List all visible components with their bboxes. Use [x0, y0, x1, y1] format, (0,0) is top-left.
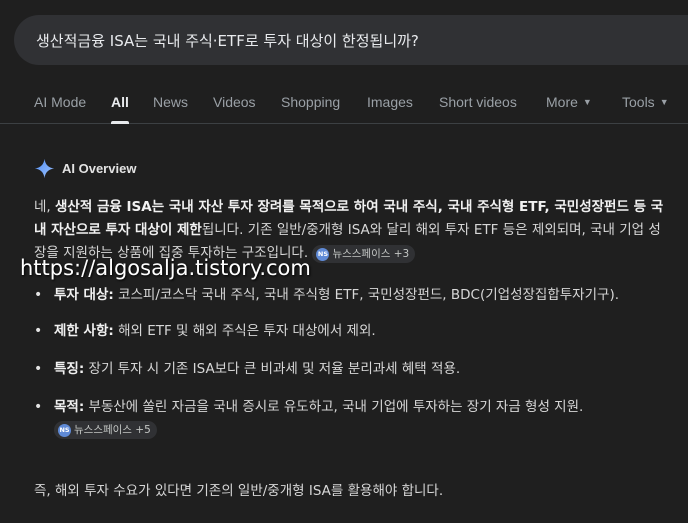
list-item: 투자 대상: 코스피/코스닥 국내 주식, 국내 주식형 ETF, 국민성장펀드…	[34, 284, 674, 306]
tab-all[interactable]: All	[111, 94, 129, 110]
tab-shopping[interactable]: Shopping	[281, 94, 340, 110]
source-chip[interactable]: NS 뉴스스페이스 +5	[54, 421, 157, 440]
tab-more[interactable]: More ▼	[546, 94, 592, 110]
tab-tools-label: Tools	[622, 94, 655, 110]
search-query[interactable]: 생산적금융 ISA는 국내 주식·ETF로 투자 대상이 한정됩니까?	[36, 30, 419, 51]
source-chip[interactable]: NS 뉴스스페이스 +3	[312, 245, 416, 264]
tab-short-videos[interactable]: Short videos	[439, 94, 517, 110]
overview-intro: 네, 생산적 금융 ISA는 국내 자산 투자 장려를 목적으로 하여 국내 주…	[34, 196, 672, 265]
source-chip-label: 뉴스스페이스 +3	[332, 248, 410, 261]
bullet-label: 목적:	[54, 399, 85, 415]
active-tab-indicator	[111, 121, 129, 124]
list-item: 제한 사항: 해외 ETF 및 해외 주식은 투자 대상에서 제외.	[34, 320, 674, 342]
sparkle-icon	[34, 158, 55, 178]
source-logo-icon: NS	[58, 423, 71, 437]
bullet-label: 제한 사항:	[54, 323, 114, 339]
tab-images[interactable]: Images	[367, 94, 413, 110]
bullet-text: 장기 투자 시 기존 ISA보다 큰 비과세 및 저율 분리과세 혜택 적용.	[84, 361, 461, 377]
bullet-text: 부동산에 쏠린 자금을 국내 증시로 유도하고, 국내 기업에 투자하는 장기 …	[84, 399, 584, 415]
search-tabs: AI Mode All News Videos Shopping Images …	[0, 86, 688, 124]
bullet-text: 코스피/코스닥 국내 주식, 국내 주식형 ETF, 국민성장펀드, BDC(기…	[113, 287, 620, 303]
chevron-down-icon: ▼	[659, 97, 669, 107]
tab-videos[interactable]: Videos	[213, 94, 256, 110]
source-logo-icon: NS	[316, 247, 330, 261]
watermark-url: https://algosalja.tistory.com	[20, 256, 311, 280]
tab-ai-mode[interactable]: AI Mode	[34, 94, 86, 110]
bullet-text: 해외 ETF 및 해외 주식은 투자 대상에서 제외.	[113, 323, 376, 339]
list-item: 목적: 부동산에 쏠린 자금을 국내 증시로 유도하고, 국내 기업에 투자하는…	[34, 396, 674, 440]
bullet-label: 투자 대상:	[54, 287, 114, 303]
tab-tools[interactable]: Tools ▼	[622, 94, 669, 110]
tab-more-label: More	[546, 94, 578, 110]
overview-bullets: 투자 대상: 코스피/코스닥 국내 주식, 국내 주식형 ETF, 국민성장펀드…	[34, 284, 674, 440]
bullet-label: 특징:	[54, 361, 85, 377]
list-item: 특징: 장기 투자 시 기존 ISA보다 큰 비과세 및 저율 분리과세 혜택 …	[34, 358, 674, 380]
search-box[interactable]: 생산적금융 ISA는 국내 주식·ETF로 투자 대상이 한정됩니까?	[14, 15, 688, 65]
source-chip-label: 뉴스스페이스 +5	[74, 424, 151, 437]
intro-text-1: 네,	[34, 199, 56, 215]
ai-overview-title: AI Overview	[62, 160, 137, 176]
tab-news[interactable]: News	[153, 94, 188, 110]
ai-overview-header: AI Overview	[34, 157, 136, 179]
chevron-down-icon: ▼	[582, 97, 592, 107]
overview-conclusion: 즉, 해외 투자 수요가 있다면 기존의 일반/중개형 ISA를 활용해야 합니…	[34, 483, 444, 499]
